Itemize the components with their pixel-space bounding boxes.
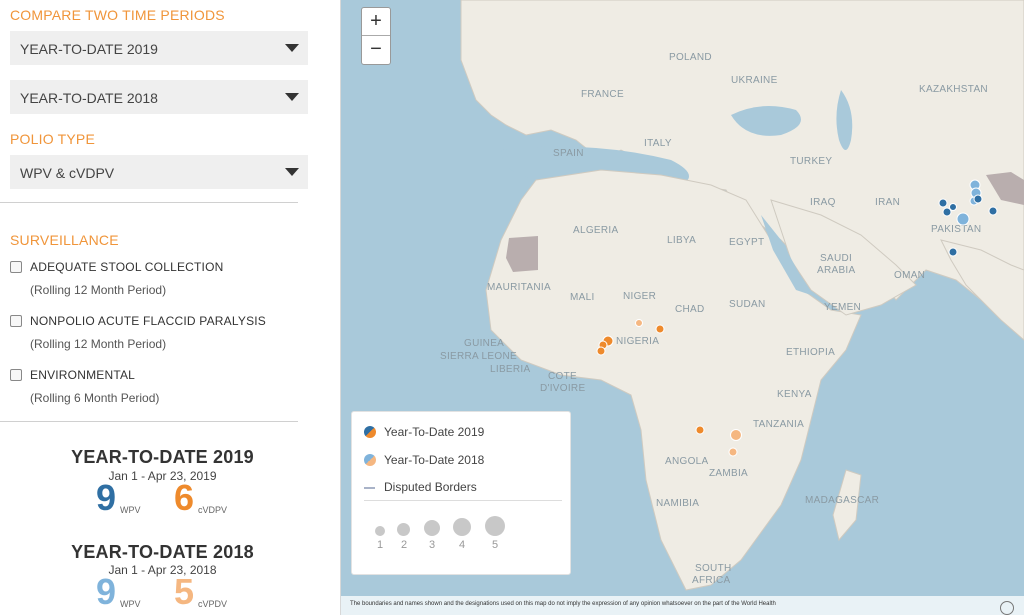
divider xyxy=(0,421,298,422)
period-b-select[interactable]: YEAR-TO-DATE 2018 xyxy=(10,80,308,114)
country-label-turkey: TURKEY xyxy=(790,156,833,167)
polio-type-title: POLIO TYPE xyxy=(10,131,95,147)
size-circle-2 xyxy=(397,523,410,536)
checkbox[interactable] xyxy=(10,315,22,327)
country-label-oman: OMAN xyxy=(894,270,926,281)
country-label-france: FRANCE xyxy=(581,89,624,100)
country-label-saudi: SAUDI xyxy=(820,253,853,264)
country-label-ukraine: UKRAINE xyxy=(731,75,778,86)
country-label-spain: SPAIN xyxy=(553,148,584,159)
map-disclaimer: The boundaries and names shown and the d… xyxy=(341,596,1024,615)
period-a-value: YEAR-TO-DATE 2019 xyxy=(20,41,158,57)
country-label-tanzania: TANZANIA xyxy=(753,419,805,430)
size-circle-3 xyxy=(424,520,440,536)
sidebar: COMPARE TWO TIME PERIODS YEAR-TO-DATE 20… xyxy=(0,0,341,615)
checkbox-sublabel: (Rolling 12 Month Period) xyxy=(30,283,167,297)
country-label-libya: LIBYA xyxy=(667,235,697,246)
country-label-guinea: GUINEA xyxy=(464,338,505,349)
checkbox[interactable] xyxy=(10,369,22,381)
legend-divider xyxy=(364,500,562,501)
size-label-5: 5 xyxy=(492,539,499,551)
country-label-madagascar: MADAGASCAR xyxy=(805,495,880,506)
size-circle-4 xyxy=(453,518,471,536)
country-label-pakistan: PAKISTAN xyxy=(931,224,982,235)
polio-type-value: WPV & cVDPV xyxy=(20,165,115,181)
summary-2019-cvdpv-label: cVDPV xyxy=(198,505,228,515)
country-label-italy: ITALY xyxy=(644,138,672,149)
size-circle-1 xyxy=(375,526,385,536)
country-label-liberia: LIBERIA xyxy=(490,364,531,375)
country-label-mauritania: MAURITANIA xyxy=(487,282,551,293)
summary-2019-cvdpv-count: 6 xyxy=(174,477,195,518)
chevron-down-icon xyxy=(285,168,299,176)
compare-title: COMPARE TWO TIME PERIODS xyxy=(10,7,225,23)
legend-swatch-2019-icon xyxy=(364,426,376,438)
country-label-ethiopia: ETHIOPIA xyxy=(786,347,836,358)
legend-label-disputed: Disputed Borders xyxy=(384,480,477,494)
zoom-control: + − xyxy=(361,7,391,65)
country-label-poland: POLAND xyxy=(669,52,712,63)
period-a-select[interactable]: YEAR-TO-DATE 2019 xyxy=(10,31,308,65)
checkbox-label: ENVIRONMENTAL xyxy=(30,368,136,382)
country-label-nigeria: NIGERIA xyxy=(616,336,660,347)
country-label-sudan: SUDAN xyxy=(729,299,766,310)
dashed-line-icon xyxy=(364,487,375,489)
country-label-cote: COTE xyxy=(548,371,577,382)
chevron-down-icon xyxy=(285,44,299,52)
country-label-chad: CHAD xyxy=(675,304,705,315)
country-label-kenya: KENYA xyxy=(777,389,812,400)
country-label-sierra-leone: SIERRA LEONE xyxy=(440,351,517,362)
polio-map-app: COMPARE TWO TIME PERIODS YEAR-TO-DATE 20… xyxy=(0,0,1024,615)
summary-2018-range: Jan 1 - Apr 23, 2018 xyxy=(108,563,217,577)
country-label-niger: NIGER xyxy=(623,291,657,302)
size-label-4: 4 xyxy=(459,539,466,551)
summary-2018-cvdpv-label: cVPDV xyxy=(198,599,228,609)
summary-2018-cvdpv-count: 5 xyxy=(174,571,195,612)
checkbox-sublabel: (Rolling 6 Month Period) xyxy=(30,391,160,405)
country-label-yemen: YEMEN xyxy=(824,302,862,313)
chevron-down-icon xyxy=(285,93,299,101)
country-label-namibia: NAMIBIA xyxy=(656,498,700,509)
surveillance-title: SURVEILLANCE xyxy=(10,232,119,248)
size-label-1: 1 xyxy=(377,539,384,551)
summary-2019-wpv-label: WPV xyxy=(120,505,141,515)
country-label-africa: AFRICA xyxy=(692,575,731,586)
country-label-angola: ANGOLA xyxy=(665,456,709,467)
summary-2018-wpv-count: 9 xyxy=(96,571,117,612)
country-label-iran: IRAN xyxy=(875,197,901,208)
checkbox-label: NONPOLIO ACUTE FLACCID PARALYSIS xyxy=(30,314,267,328)
summary-2019-range: Jan 1 - Apr 23, 2019 xyxy=(108,469,217,483)
country-label-kazakhstan: KAZAKHSTAN xyxy=(919,84,988,95)
summary-2018-title: YEAR-TO-DATE 2018 xyxy=(71,542,254,562)
country-label-egypt: EGYPT xyxy=(729,237,765,248)
period-b-value: YEAR-TO-DATE 2018 xyxy=(20,90,158,106)
checkbox[interactable] xyxy=(10,261,22,273)
zoom-in-button[interactable]: + xyxy=(362,8,390,36)
checkbox-label: ADEQUATE STOOL COLLECTION xyxy=(30,260,224,274)
country-label-arabia: ARABIA xyxy=(817,265,856,276)
polio-type-select[interactable]: WPV & cVDPV xyxy=(10,155,308,189)
country-label-zambia: ZAMBIA xyxy=(709,468,749,479)
country-label-algeria: ALGERIA xyxy=(573,225,619,236)
country-label-mali: MALI xyxy=(570,292,595,303)
map-legend: Year-To-Date 2019 Year-To-Date 2018 Disp… xyxy=(351,411,571,575)
size-circle-5 xyxy=(485,516,505,536)
legend-swatch-2018-icon xyxy=(364,454,376,466)
map-view[interactable]: + − POLAND UKRAINE KAZAKHSTAN FRANCE SPA… xyxy=(341,0,1024,615)
size-label-3: 3 xyxy=(429,539,436,551)
legend-label-2019: Year-To-Date 2019 xyxy=(384,425,485,439)
size-label-2: 2 xyxy=(401,539,408,551)
country-label-divoire: D'IVOIRE xyxy=(540,383,586,394)
summary-2019-title: YEAR-TO-DATE 2019 xyxy=(71,447,254,467)
zoom-out-button[interactable]: − xyxy=(362,36,390,64)
country-label-iraq: IRAQ xyxy=(810,197,836,208)
summary-2019-wpv-count: 9 xyxy=(96,477,117,518)
legend-label-2018: Year-To-Date 2018 xyxy=(384,453,485,467)
country-label-south: SOUTH xyxy=(695,563,732,574)
who-logo-icon xyxy=(1000,601,1014,615)
summary-2018-wpv-label: WPV xyxy=(120,599,141,609)
checkbox-sublabel: (Rolling 12 Month Period) xyxy=(30,337,167,351)
divider xyxy=(0,202,298,203)
